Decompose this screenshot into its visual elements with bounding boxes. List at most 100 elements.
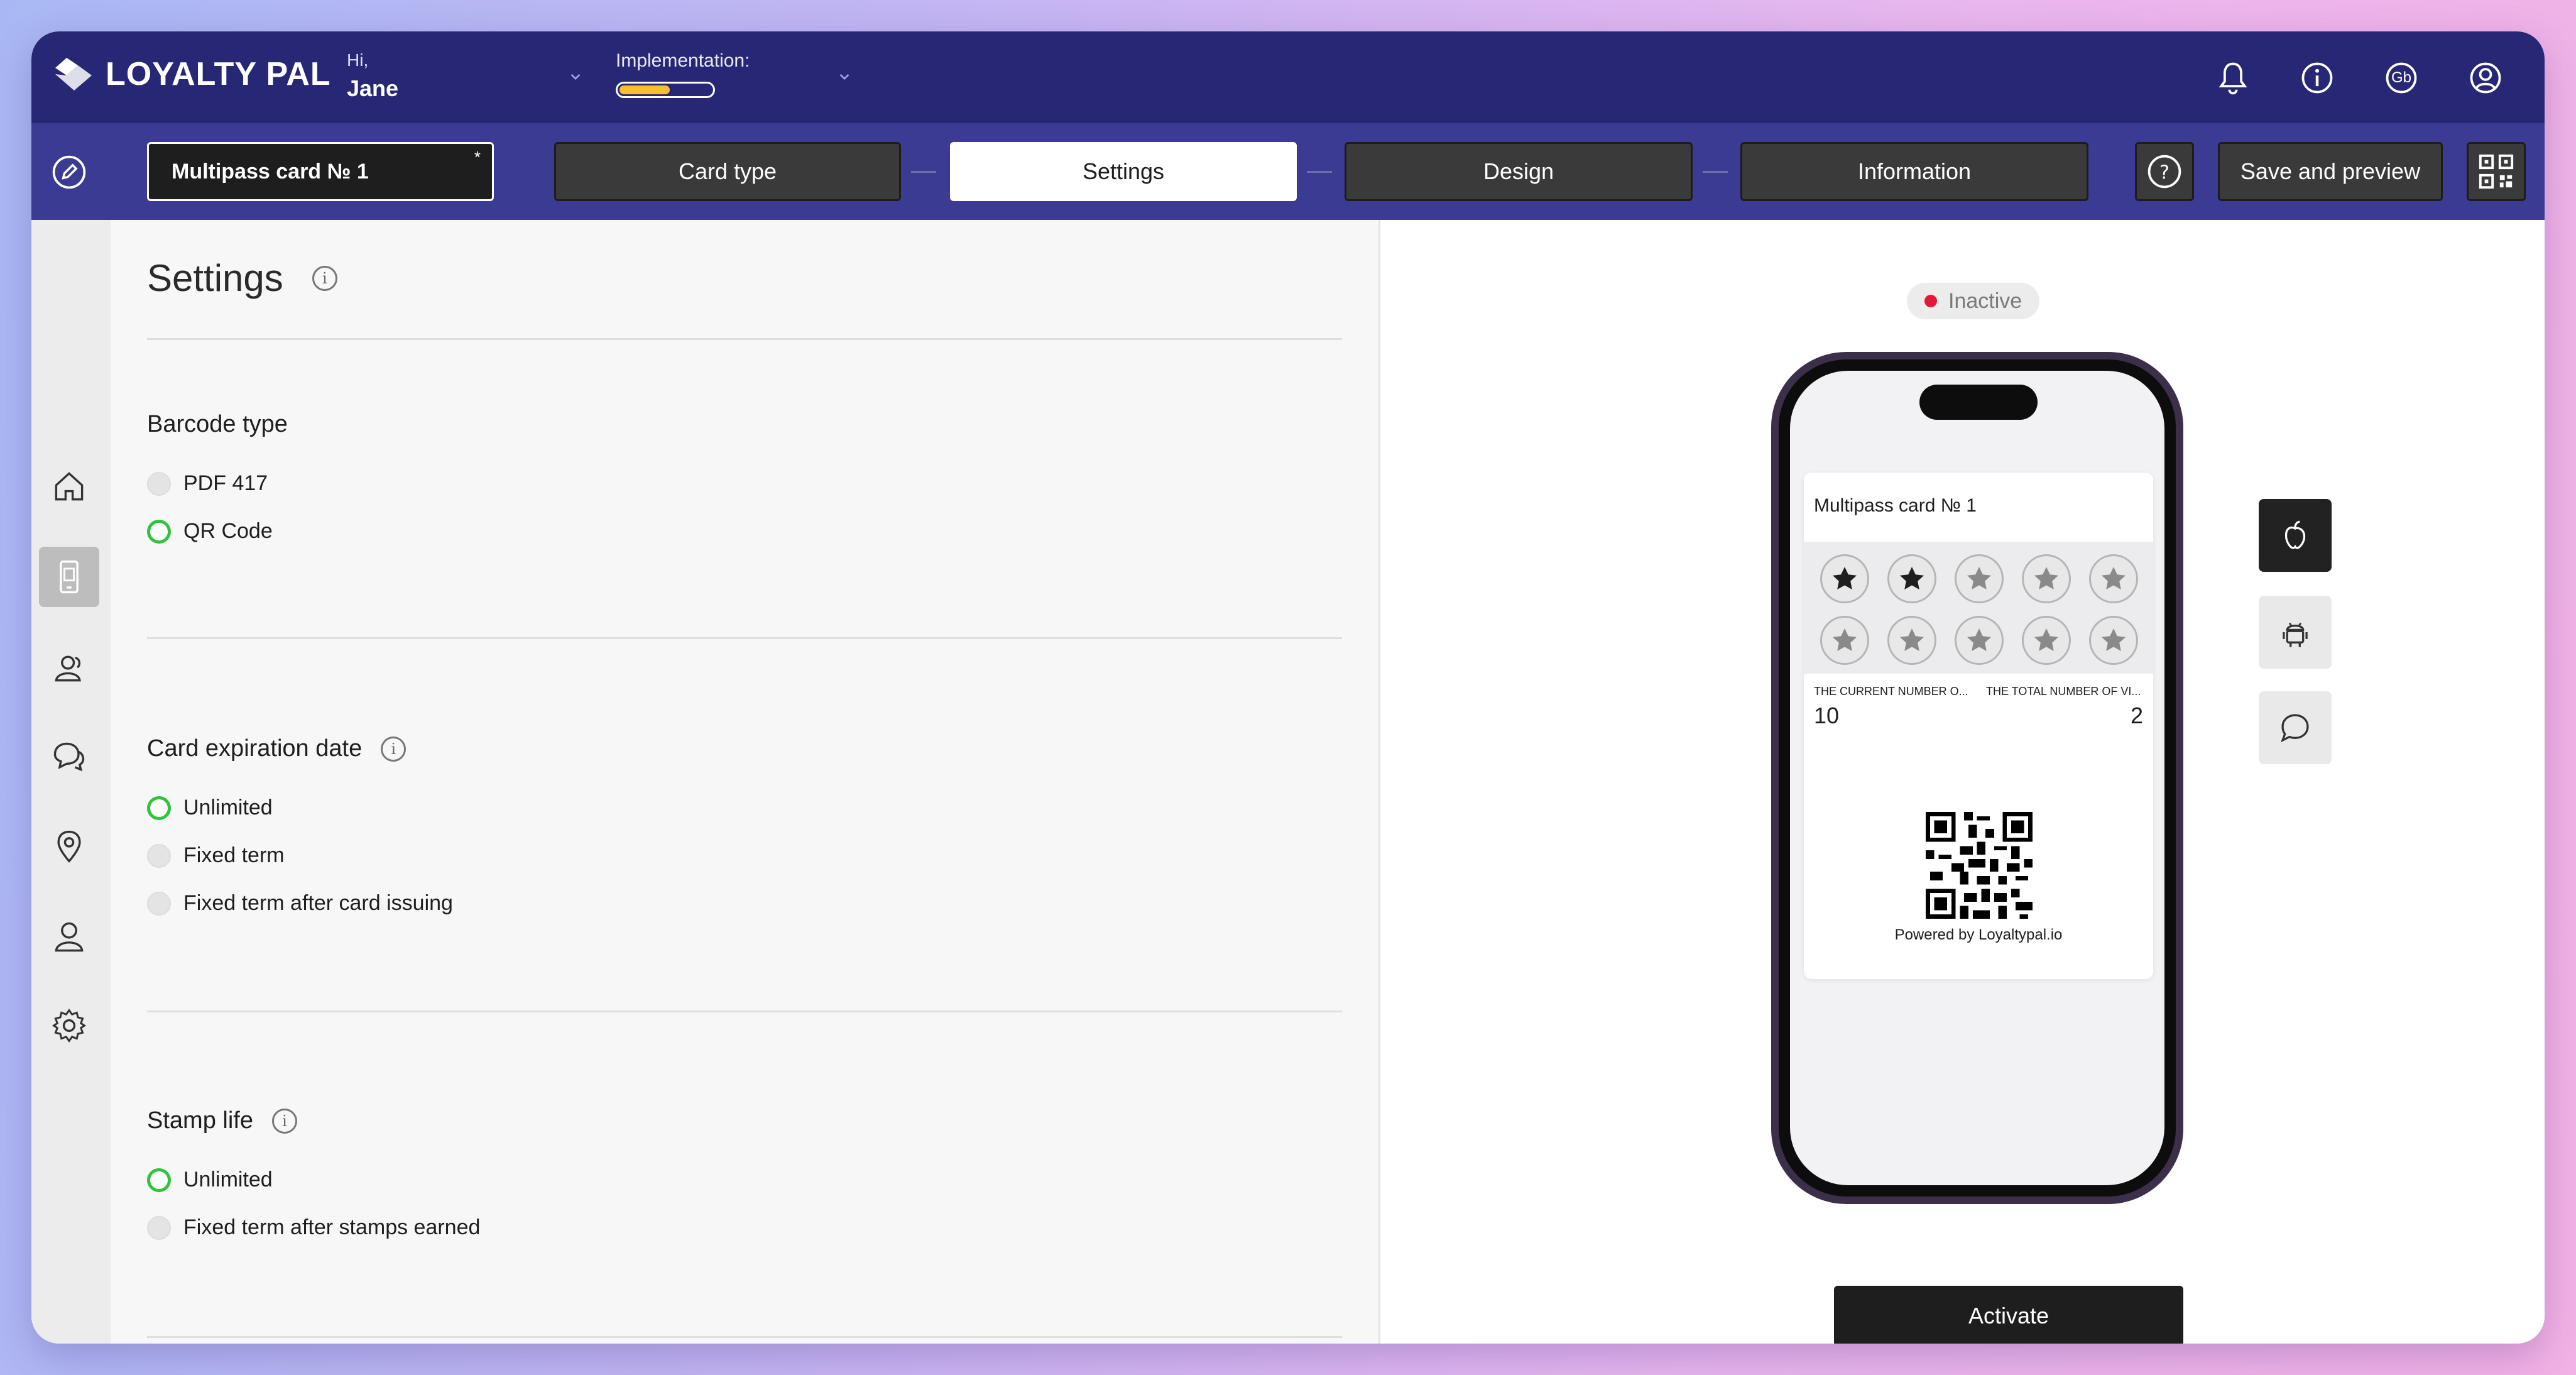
radio-dot [147,471,171,496]
star-icon [2034,567,2058,589]
customers-icon [55,655,81,682]
tab-design[interactable]: Design [1345,142,1693,201]
card-name-field[interactable]: Multipass card № 1 * [147,142,494,201]
field-current-label: THE CURRENT NUMBER O... [1814,685,1968,698]
profile-icon[interactable] [2464,57,2507,99]
radio-label: Unlimited [183,796,273,819]
info-icon[interactable] [2296,57,2339,99]
stamp-empty [1955,616,2004,665]
activate-button[interactable]: Activate [1834,1286,2183,1344]
section-divider [147,637,1342,639]
star-icon [1833,628,1857,651]
section-title-text: Barcode type [147,411,288,437]
step-connector [1307,171,1332,173]
language-icon[interactable]: Gb [2380,57,2423,99]
star-icon [2102,628,2126,651]
messages-icon [53,742,85,772]
radio-dot-selected [147,1168,171,1192]
star-icon [1967,628,1991,651]
sidebar-item-cards[interactable] [39,547,99,607]
sidebar-item-settings[interactable] [39,995,99,1056]
radio-stamp-unlimited[interactable]: Unlimited [147,1168,273,1192]
help-button[interactable]: ? [2135,142,2194,201]
help-icon: ? [2148,155,2181,189]
implementation-chevron-icon[interactable] [832,64,857,89]
stamp-empty [2022,616,2071,665]
tab-label: Card type [678,158,777,184]
stamp-filled [1820,554,1869,603]
save-label: Save and preview [2240,158,2421,184]
tab-information[interactable]: Information [1740,142,2088,201]
card-preview-panel: Inactive Multipass card № 1 THE CURRENT … [1380,220,2545,1344]
star-icon [1900,628,1924,651]
radio-qr-code[interactable]: QR Code [147,519,273,544]
field-current-value: 10 [1814,703,1840,728]
stamp-empty [1955,554,2004,603]
stamp-empty [2089,616,2138,665]
save-and-preview-button[interactable]: Save and preview [2218,142,2443,201]
sidebar-item-messages[interactable] [39,726,99,787]
implementation-label: Implementation: [616,50,750,71]
step-bar: Multipass card № 1 * Card type Settings … [31,123,2545,220]
card-name-value: Multipass card № 1 [172,159,369,184]
section-divider [147,1011,1342,1012]
user-menu-chevron-icon[interactable] [563,64,588,89]
radio-fixed-term-after-stamps[interactable]: Fixed term after stamps earned [147,1215,480,1240]
radio-label: Fixed term after card issuing [183,891,453,915]
phone-screen: Multipass card № 1 THE CURRENT NUMBER O.… [1790,371,2164,1185]
page-title-text: Settings [147,257,283,299]
phone-notch [1919,385,2038,420]
radio-dot [147,891,171,916]
radio-label: PDF 417 [183,471,268,495]
platform-android-button[interactable] [2259,596,2332,669]
stamp-life-title: Stamp life i [147,1107,297,1134]
stamp-empty [2089,554,2138,603]
status-badge: Inactive [1907,283,2040,319]
platform-apple-button[interactable] [2259,499,2332,572]
mobile-card-icon [60,560,79,594]
settings-info-icon[interactable]: i [312,265,337,291]
radio-pdf417[interactable]: PDF 417 [147,471,268,496]
stamp-filled [1887,554,1936,603]
sidebar-item-locations[interactable] [39,816,99,876]
sidebar [31,220,111,1344]
expiration-info-icon[interactable]: i [381,736,407,762]
edit-icon[interactable] [50,153,88,191]
radio-label: Fixed term after stamps earned [183,1215,481,1239]
powered-by-text: Powered by Loyaltypal.io [1894,926,2063,943]
sidebar-item-home[interactable] [39,456,99,517]
stamp-empty [1887,616,1936,665]
barcode-type-title: Barcode type [147,411,288,438]
field-total-value: 2 [2130,703,2143,728]
phone-mockup: Multipass card № 1 THE CURRENT NUMBER O.… [1771,352,2183,1204]
sidebar-item-profile[interactable] [39,906,99,967]
wallet-pass: Multipass card № 1 THE CURRENT NUMBER O.… [1804,473,2153,979]
tab-label: Information [1857,158,1972,184]
tab-settings[interactable]: Settings [950,142,1297,201]
radio-dot-selected [147,796,171,820]
step-connector [1703,171,1728,173]
implementation-status: Implementation: [616,50,750,98]
stamp-grid [1804,542,2153,674]
stamp-life-info-icon[interactable]: i [271,1108,297,1134]
app-window: LOYALTY PAL Hi, Jane Implementation: Gb [31,31,2545,1344]
step-connector [911,171,936,173]
radio-label: Fixed term [183,843,285,867]
qr-code-button[interactable] [2467,142,2526,201]
section-title-text: Card expiration date [147,735,363,762]
radio-dot [147,843,171,868]
radio-fixed-term-after-issuing[interactable]: Fixed term after card issuing [147,891,453,916]
radio-label: QR Code [183,519,273,543]
notification-bell-icon[interactable] [2212,57,2254,99]
logo-icon [55,58,92,90]
tab-card-type[interactable]: Card type [554,142,901,201]
sidebar-item-customers[interactable] [39,637,99,698]
logo[interactable]: LOYALTY PAL [50,54,331,94]
greeting-text: Hi, [347,50,369,70]
platform-chat-button[interactable] [2259,691,2332,764]
language-badge: Gb [2391,69,2411,86]
radio-fixed-term[interactable]: Fixed term [147,843,285,868]
user-name: Jane [347,75,399,101]
radio-dot-selected [147,519,171,544]
radio-expiration-unlimited[interactable]: Unlimited [147,796,273,820]
